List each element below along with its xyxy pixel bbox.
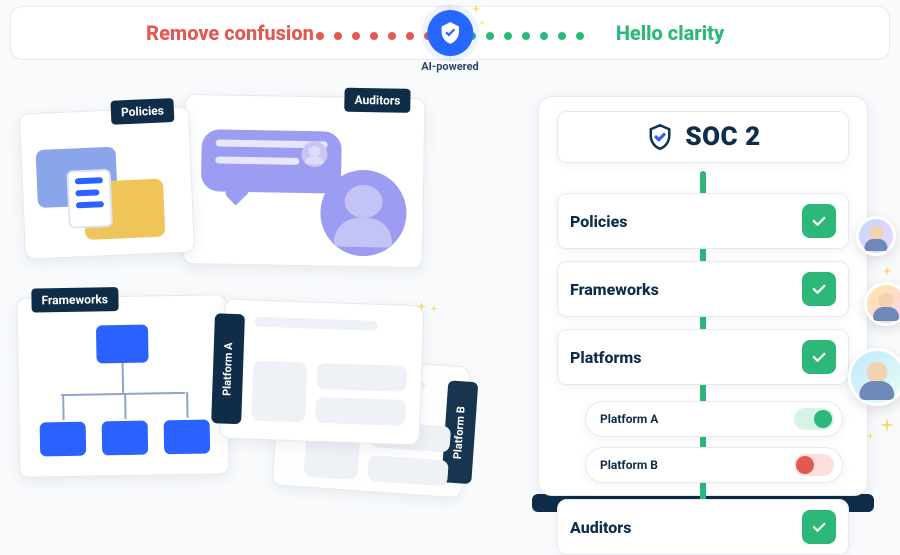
sparkle-icon <box>882 266 892 276</box>
check-icon <box>802 340 836 374</box>
confusion-collage: Auditors Policies Frameworks Platform B <box>8 96 468 506</box>
ai-powered-badge: AI-powered <box>421 6 478 73</box>
platform-a-label: Platform A <box>600 412 658 426</box>
hello-clarity-label: Hello clarity <box>616 21 724 45</box>
brand-mark-icon <box>427 10 473 56</box>
person-icon <box>320 169 407 256</box>
platform-b-row: Platform B <box>585 447 843 483</box>
spine-connector <box>557 171 849 185</box>
check-icon <box>802 272 836 306</box>
platform-a-card: Platform A <box>220 299 425 446</box>
remove-confusion-label: Remove confusion <box>146 21 314 45</box>
row-label: Auditors <box>570 518 631 537</box>
row-frameworks: Frameworks <box>557 261 849 317</box>
soc2-title: SOC 2 <box>685 122 760 152</box>
frameworks-card: Frameworks <box>16 294 229 478</box>
row-auditors: Auditors <box>557 499 849 555</box>
clarity-panel: SOC 2 Policies Frameworks Platforms Plat… <box>518 96 888 506</box>
sparkle-icon <box>412 296 438 316</box>
auditors-tag: Auditors <box>344 88 410 113</box>
check-icon <box>802 204 836 238</box>
auditors-card: Auditors <box>183 94 426 268</box>
ai-powered-label: AI-powered <box>421 60 478 73</box>
soc2-card: SOC 2 Policies Frameworks Platforms Plat… <box>538 96 868 496</box>
row-label: Platforms <box>570 348 641 367</box>
row-policies: Policies <box>557 193 849 249</box>
org-chart-icon <box>34 323 212 456</box>
platform-a-tab: Platform A <box>211 313 245 424</box>
avatar <box>864 282 900 326</box>
sparkle-icon <box>880 418 894 432</box>
remove-confusion-panel: Remove confusion <box>10 6 450 60</box>
platform-a-row: Platform A <box>585 401 843 437</box>
row-platforms: Platforms <box>557 329 849 385</box>
platforms-sublist: Platform A Platform B <box>585 401 843 483</box>
avatar <box>856 216 896 256</box>
avatar <box>848 348 900 406</box>
check-icon <box>802 510 836 544</box>
soc2-rows: Policies Frameworks Platforms Platform A… <box>557 193 849 555</box>
soc2-header: SOC 2 <box>557 111 849 163</box>
policies-tag: Policies <box>111 98 175 125</box>
platform-b-label: Platform B <box>600 458 658 472</box>
platform-b-toggle[interactable] <box>794 454 834 476</box>
row-label: Frameworks <box>570 280 659 299</box>
shield-check-icon <box>645 122 675 152</box>
row-label: Policies <box>570 212 627 231</box>
platform-a-toggle[interactable] <box>794 408 834 430</box>
hello-clarity-panel: Hello clarity <box>450 6 890 60</box>
document-icon <box>66 169 112 229</box>
frameworks-tag: Frameworks <box>31 287 118 313</box>
policies-card: Policies <box>19 106 195 259</box>
